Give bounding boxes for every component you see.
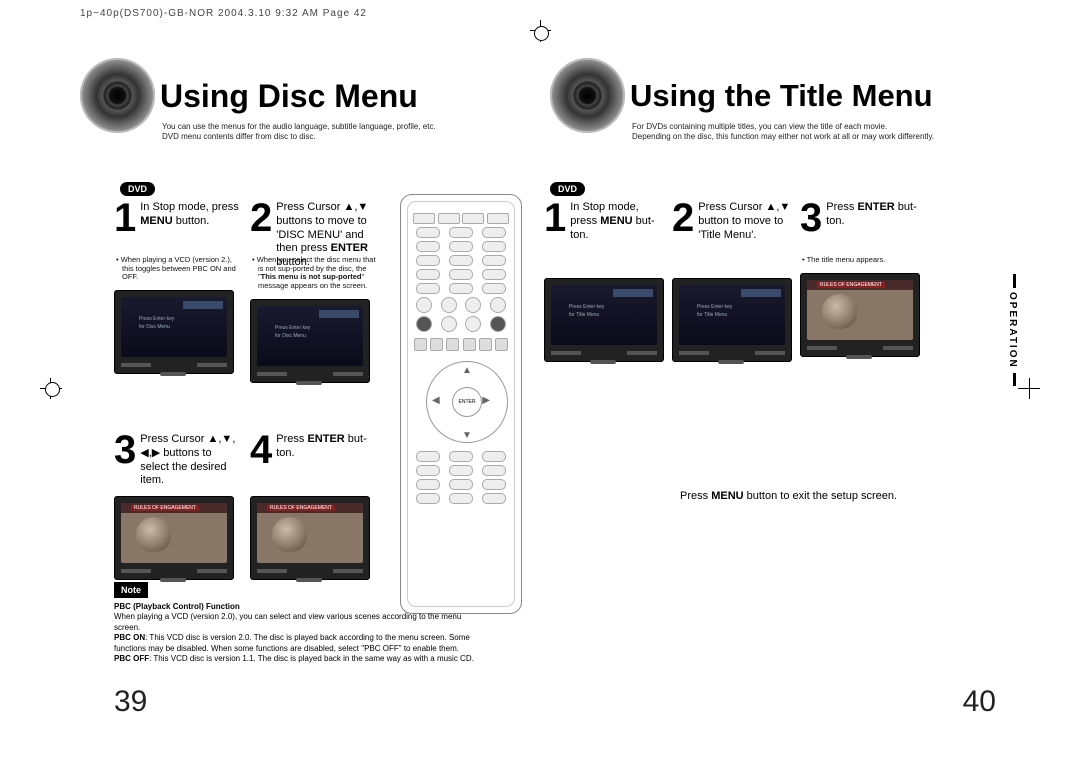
txt: Press: [276, 433, 307, 445]
tv-screenshot: RULES OF ENGAGEMENT: [114, 496, 234, 580]
steps-row-2: 3 Press Cursor ▲,▼, ◀,▶ buttons to selec…: [114, 430, 378, 580]
step-3: 3 Press ENTER but-ton. The title menu ap…: [800, 198, 920, 362]
crop-mark-right: [1018, 388, 1040, 389]
dvd-badge: DVD: [120, 182, 155, 196]
step-number: 3: [800, 198, 822, 238]
screen-caption: RULES OF ENGAGEMENT: [267, 505, 335, 511]
step-2: 2 Press Cursor ▲,▼ button to move to 'Ti…: [672, 198, 792, 362]
txt-bold: MENU: [140, 215, 172, 227]
tv-screenshot: RULES OF ENGAGEMENT: [800, 273, 920, 357]
step-number: 1: [544, 198, 566, 238]
txt: button.: [173, 215, 210, 227]
step-number: 4: [250, 430, 272, 470]
step-text: In Stop mode, press MENU button.: [140, 198, 242, 229]
dvd-badge: DVD: [550, 182, 585, 196]
txt-bold: MENU: [600, 215, 632, 227]
exit-tip: Press MENU button to exit the setup scre…: [680, 490, 897, 502]
step-3: 3 Press Cursor ▲,▼, ◀,▶ buttons to selec…: [114, 430, 242, 580]
remote-control-illustration: ENTER ▲ ▼ ◀ ▶: [400, 194, 522, 614]
speaker-icon: [80, 58, 155, 133]
page-number: 39: [114, 685, 147, 719]
step-note: The title menu appears.: [800, 256, 920, 265]
tv-screenshot: Press Enter key for Title Menu: [672, 278, 792, 362]
page-right: Using the Title Menu For DVDs containing…: [540, 50, 1010, 733]
page-title: Using Disc Menu: [160, 78, 418, 115]
page-subtitle: You can use the menus for the audio lang…: [162, 122, 436, 143]
txt-bold: MENU: [711, 490, 743, 502]
tv-screenshot: Press Enter key for Disc Menu: [250, 299, 370, 383]
note-label-pbcoff: PBC OFF: [114, 654, 149, 663]
screen-caption: Press Enter key for Disc Menu: [275, 324, 310, 340]
txt-bold: ENTER: [307, 433, 344, 445]
step-note: When playing a VCD (version 2.), this to…: [114, 256, 242, 282]
step-note: When you select the disc menu that is no…: [250, 256, 378, 291]
step-text: In Stop mode, press MENU but-ton.: [570, 198, 664, 242]
remote-enter-button: ENTER: [452, 387, 482, 417]
note-title: PBC (Playback Control) Function: [114, 602, 240, 611]
step-4: 4 Press ENTER but-ton. RULES OF ENGAGEME…: [250, 430, 378, 580]
step-number: 3: [114, 430, 136, 470]
txt: Press: [680, 490, 711, 502]
step-number: 1: [114, 198, 136, 238]
note-line: When playing a VCD (version 2.0), you ca…: [114, 612, 461, 631]
page-header-meta: 1p~40p(DS700)-GB-NOR 2004.3.10 9:32 AM P…: [80, 8, 367, 19]
arrow-right-icon: ▶: [482, 395, 490, 406]
screen-caption: Press Enter key for Disc Menu: [139, 315, 174, 331]
page-title: Using the Title Menu: [630, 78, 933, 114]
step-text: Press Cursor ▲,▼, ◀,▶ buttons to select …: [140, 430, 242, 488]
screen-caption: Press Enter key for Title Menu: [697, 303, 732, 319]
side-tab-label: OPERATION: [1005, 288, 1020, 373]
step-1: 1 In Stop mode, press MENU button. When …: [114, 198, 242, 383]
note-section: Note PBC (Playback Control) Function Whe…: [114, 580, 480, 664]
tv-screenshot: Press Enter key for Disc Menu: [114, 290, 234, 374]
step-text: Press Cursor ▲,▼ button to move to 'Titl…: [698, 198, 792, 242]
arrow-up-icon: ▲: [462, 365, 472, 376]
steps-row-1: 1 In Stop mode, press MENU button. When …: [114, 198, 378, 383]
arrow-left-icon: ◀: [432, 395, 440, 406]
step-text: Press ENTER but-ton.: [826, 198, 920, 229]
crop-target-left: [45, 382, 60, 397]
step-text: Press ENTER but-ton.: [276, 430, 378, 461]
note-label-pbcon: PBC ON: [114, 633, 145, 642]
arrow-down-icon: ▼: [462, 430, 472, 441]
tv-screenshot: Press Enter key for Title Menu: [544, 278, 664, 362]
screen-caption: Press Enter key for Title Menu: [569, 303, 604, 319]
steps-row: 1 In Stop mode, press MENU but-ton. Pres…: [544, 198, 920, 362]
txt: button to exit the setup screen.: [744, 490, 897, 502]
screen-caption: RULES OF ENGAGEMENT: [131, 505, 199, 511]
txt: In Stop mode, press: [140, 201, 238, 213]
note-line: : This VCD disc is version 1.1. The disc…: [149, 654, 474, 663]
remote-dpad: ENTER ▲ ▼ ◀ ▶: [416, 357, 506, 445]
page-subtitle: For DVDs containing multiple titles, you…: [632, 122, 934, 143]
step-number: 2: [250, 198, 272, 238]
page-left: Using Disc Menu You can use the menus fo…: [70, 50, 540, 733]
step-number: 2: [672, 198, 694, 238]
txt-bold: ENTER: [857, 201, 894, 213]
txt: Press: [826, 201, 857, 213]
txt-bold: ENTER: [331, 242, 368, 254]
page-number: 40: [963, 685, 996, 719]
screen-caption: RULES OF ENGAGEMENT: [817, 282, 885, 288]
note-badge: Note: [114, 582, 148, 598]
step-2: 2 Press Cursor ▲,▼ buttons to move to 'D…: [250, 198, 378, 383]
tv-screenshot: RULES OF ENGAGEMENT: [250, 496, 370, 580]
speaker-icon: [550, 58, 625, 133]
note-line: : This VCD disc is version 2.0. The disc…: [114, 633, 470, 652]
step-1: 1 In Stop mode, press MENU but-ton. Pres…: [544, 198, 664, 362]
crop-target-top: [534, 26, 549, 41]
